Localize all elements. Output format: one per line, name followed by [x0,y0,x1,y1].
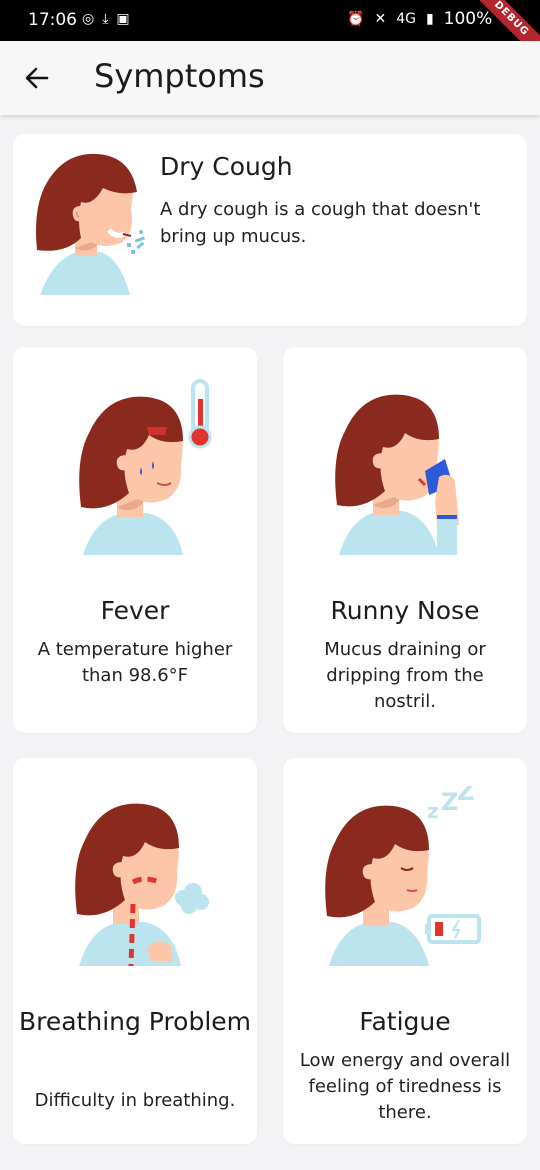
status-notification-icons: ◎ ⤓ ▣ [82,11,130,27]
app-bar: Symptoms [0,41,540,115]
status-system-icons: ⏰ ✕ 4G ▮ 100% ▮ [347,9,510,29]
woman-sleepy-battery-icon: z Z Z [325,786,481,966]
back-button[interactable] [22,63,52,93]
symptom-card-fever[interactable]: Fever A temperature higher than 98.6°F [13,347,257,733]
status-bar: 17:06 ◎ ⤓ ▣ ⏰ ✕ 4G ▮ 100% ▮ DEBUG [0,0,540,72]
alarm-icon: ⏰ [347,11,365,27]
instagram-icon: ◎ [82,11,95,27]
symptom-card-breathing-problem[interactable]: Breathing Problem Difficulty in breathin… [13,758,257,1144]
mute-icon: ✕ [374,11,387,27]
network-type: 4G [396,11,416,27]
woman-coughing-icon [36,153,146,295]
signal-icon: ▮ [425,11,434,27]
symptom-card-fatigue[interactable]: z Z Z Fatigue Low energy and overall fee… [283,758,527,1144]
card-description: A dry cough is a cough that doesn't brin… [160,199,481,247]
download-icon: ⤓ [102,11,109,27]
card-title: Fatigue [359,1007,451,1036]
card-description: Mucus draining or dripping from the nost… [324,639,486,712]
card-description: A temperature higher than 98.6°F [37,639,233,686]
svg-text:z: z [427,799,439,823]
battery-percent: 100% [443,9,493,29]
page-title: Symptoms [94,57,265,95]
symptom-card-dry-cough[interactable]: Dry Cough A dry cough is a cough that do… [13,134,527,326]
card-title: Dry Cough [160,152,293,181]
woman-tissue-nose-icon [335,394,459,555]
woman-fever-thermometer-icon [79,379,212,555]
symptom-card-runny-nose[interactable]: Runny Nose Mucus draining or dripping fr… [283,347,527,733]
arrow-left-icon [25,67,49,89]
card-description: Low energy and overall feeling of tiredn… [299,1050,511,1123]
card-title: Runny Nose [330,596,480,625]
image-icon: ▣ [116,11,130,27]
svg-text:Z: Z [441,788,458,816]
card-title: Fever [100,596,170,625]
card-title: Breathing Problem [18,1007,252,1036]
status-time: 17:06 [28,10,77,30]
woman-breathing-icon [75,803,209,966]
card-description: Difficulty in breathing. [34,1090,236,1111]
svg-text:Z: Z [457,786,474,806]
